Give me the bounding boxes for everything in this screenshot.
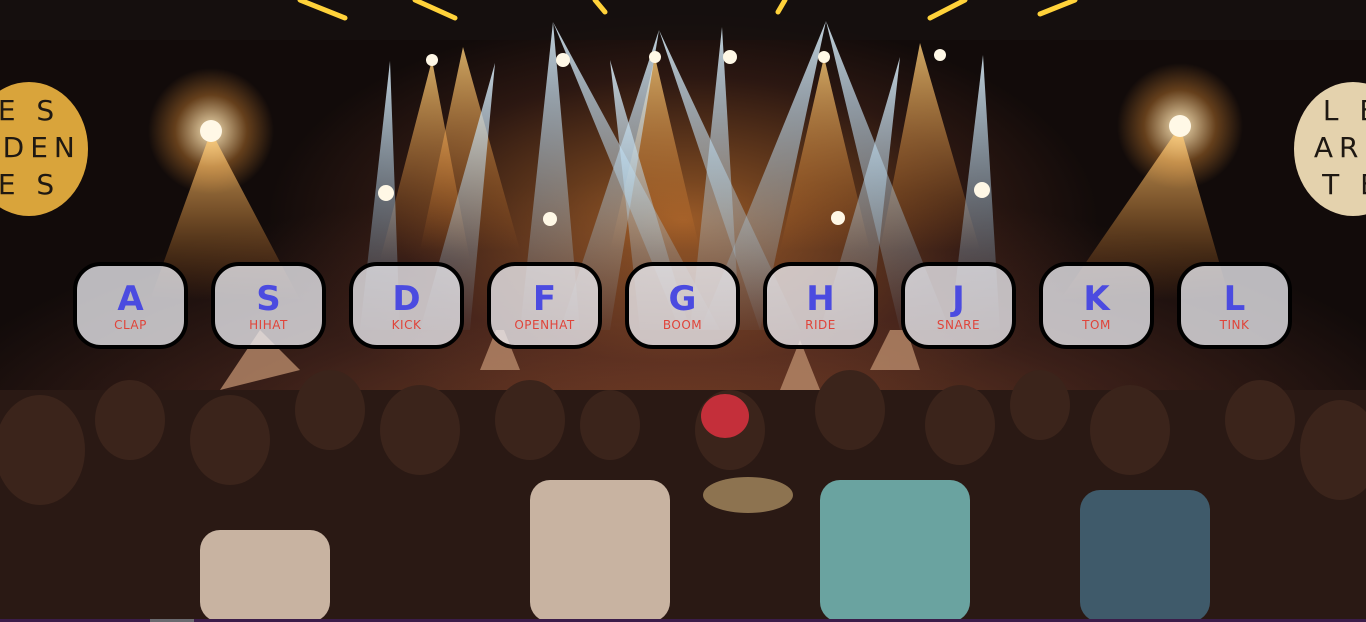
key-sound-label: TOM: [1082, 318, 1111, 332]
key-sound-label: CLAP: [114, 318, 147, 332]
crowd-silhouette: [0, 330, 1366, 622]
key-sound-label: HIHAT: [249, 318, 288, 332]
banner-right-line-1: L E: [1322, 94, 1366, 127]
banner-right-line-3: T E: [1322, 168, 1366, 201]
drum-key-k[interactable]: K TOM: [1039, 262, 1154, 349]
key-sound-label: RIDE: [805, 318, 836, 332]
banner-right-line-2: ARD: [1313, 131, 1366, 164]
drum-key-g[interactable]: G BOOM: [625, 262, 740, 349]
festival-banner-left: E S RDEN E S: [0, 82, 88, 216]
drum-key-f[interactable]: F OPENHAT: [487, 262, 602, 349]
drum-key-j[interactable]: J SNARE: [901, 262, 1016, 349]
key-sound-label: OPENHAT: [514, 318, 575, 332]
key-letter: G: [668, 279, 697, 319]
key-sound-label: TINK: [1219, 318, 1250, 332]
concert-background: E S RDEN E S L E ARD T E A CLAP S HIHAT …: [0, 0, 1366, 622]
banner-left-line-3: E S: [0, 168, 61, 201]
key-letter: A: [117, 279, 144, 319]
key-letter: J: [952, 279, 965, 319]
key-sound-label: SNARE: [936, 318, 981, 332]
drum-key-s[interactable]: S HIHAT: [211, 262, 326, 349]
key-letter: F: [532, 279, 557, 319]
banner-left-line-2: RDEN: [0, 131, 81, 164]
drum-key-h[interactable]: H RIDE: [763, 262, 878, 349]
drum-key-d[interactable]: D KICK: [349, 262, 464, 349]
key-letter: S: [256, 279, 281, 319]
key-sound-label: KICK: [391, 318, 422, 332]
drum-keys: A CLAP S HIHAT D KICK F OPENHAT G BOOM H…: [0, 262, 1366, 352]
key-letter: H: [806, 279, 835, 319]
key-letter: L: [1223, 279, 1246, 319]
festival-banner-right: L E ARD T E: [1294, 82, 1366, 216]
drum-key-l[interactable]: L TINK: [1177, 262, 1292, 349]
drum-key-a[interactable]: A CLAP: [73, 262, 188, 349]
banner-left-line-1: E S: [0, 94, 61, 127]
key-letter: D: [392, 279, 421, 319]
key-letter: K: [1083, 279, 1110, 319]
key-sound-label: BOOM: [662, 318, 703, 332]
